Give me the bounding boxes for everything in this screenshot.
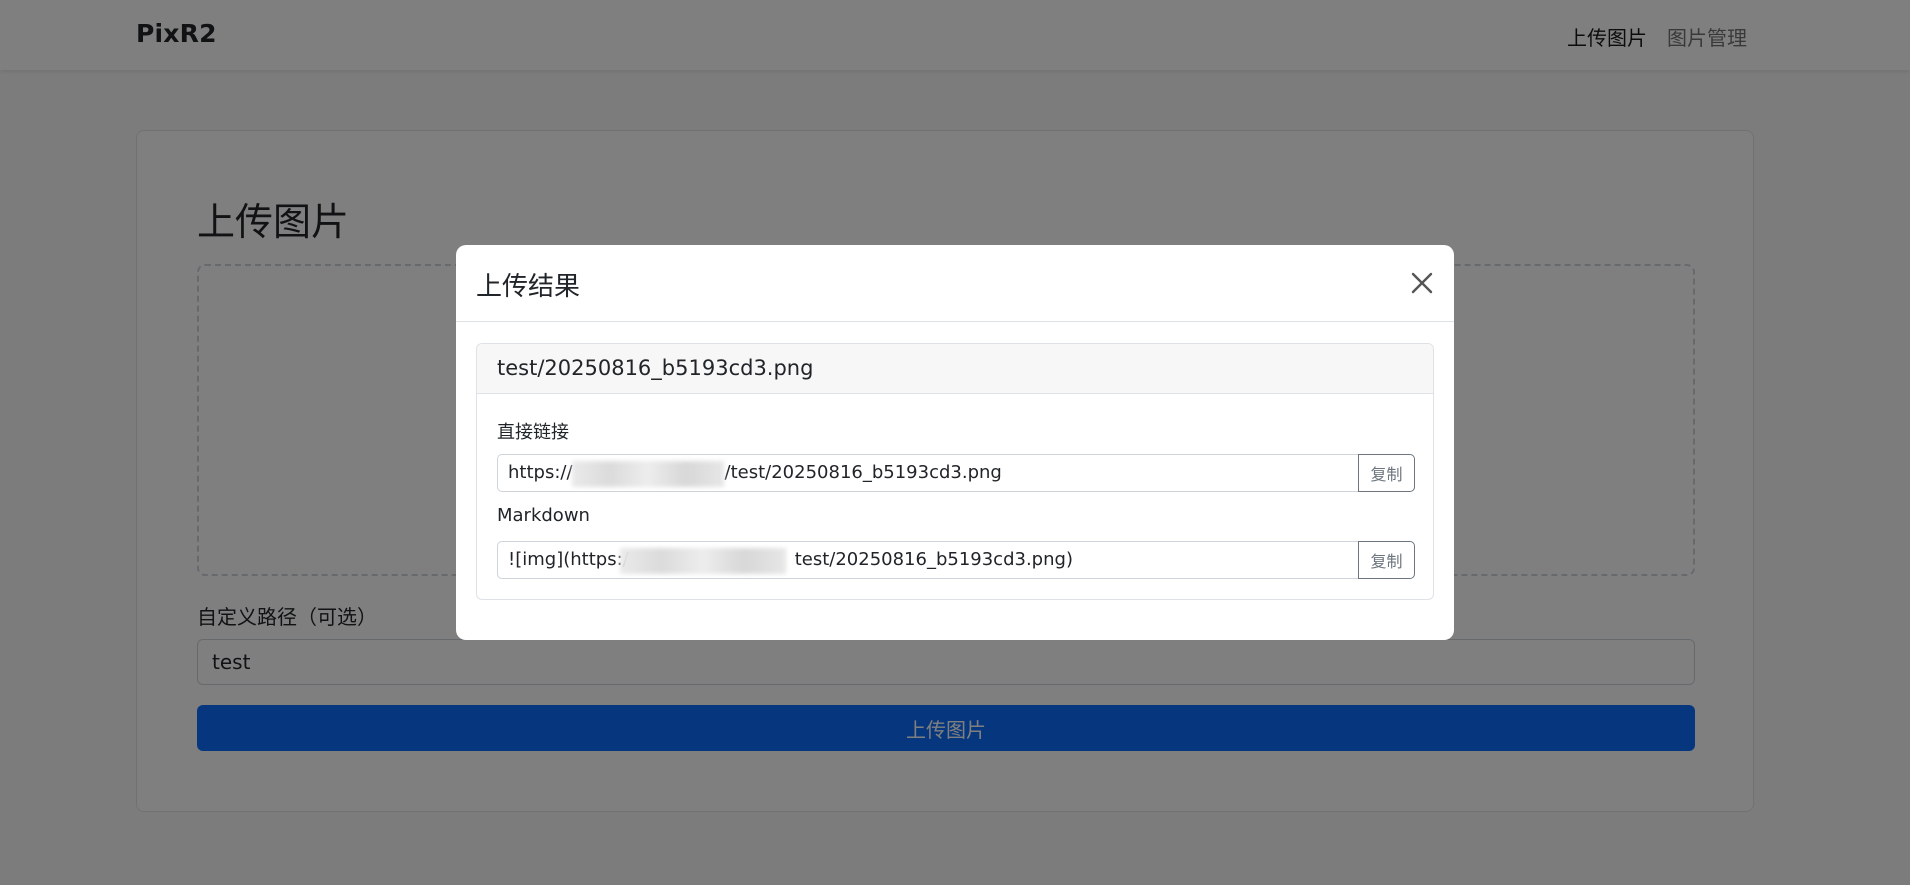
- copy-direct-link-button[interactable]: 复制: [1358, 454, 1415, 492]
- close-icon: [1406, 267, 1438, 299]
- markdown-prefix: ![img](https:/: [508, 549, 629, 570]
- result-filename: test/20250816_b5193cd3.png: [497, 356, 814, 380]
- blur-redaction: [572, 461, 724, 487]
- copy-markdown-button[interactable]: 复制: [1358, 541, 1415, 579]
- modal-header: 上传结果: [456, 245, 1454, 322]
- direct-link-label: 直接链接: [497, 422, 569, 443]
- direct-link-input[interactable]: https:// /test/20250816_b5193cd3.png: [497, 454, 1358, 492]
- blur-redaction: [620, 548, 786, 574]
- direct-link-prefix: https://: [508, 462, 573, 483]
- markdown-label: Markdown: [497, 505, 590, 526]
- modal-title: 上传结果: [476, 272, 581, 302]
- markdown-input[interactable]: ![img](https:/ test/20250816_b5193cd3.png…: [497, 541, 1358, 579]
- upload-result-modal: 上传结果 test/20250816_b5193cd3.png 直接链接 htt…: [456, 245, 1454, 640]
- result-card: test/20250816_b5193cd3.png 直接链接 https://…: [476, 343, 1434, 600]
- close-button[interactable]: [1406, 267, 1438, 299]
- direct-link-suffix: /test/20250816_b5193cd3.png: [724, 462, 1002, 483]
- direct-link-group: https:// /test/20250816_b5193cd3.png 复制: [497, 454, 1415, 492]
- result-card-header: test/20250816_b5193cd3.png: [477, 344, 1433, 394]
- markdown-group: ![img](https:/ test/20250816_b5193cd3.png…: [497, 541, 1415, 579]
- markdown-suffix: test/20250816_b5193cd3.png): [794, 549, 1073, 570]
